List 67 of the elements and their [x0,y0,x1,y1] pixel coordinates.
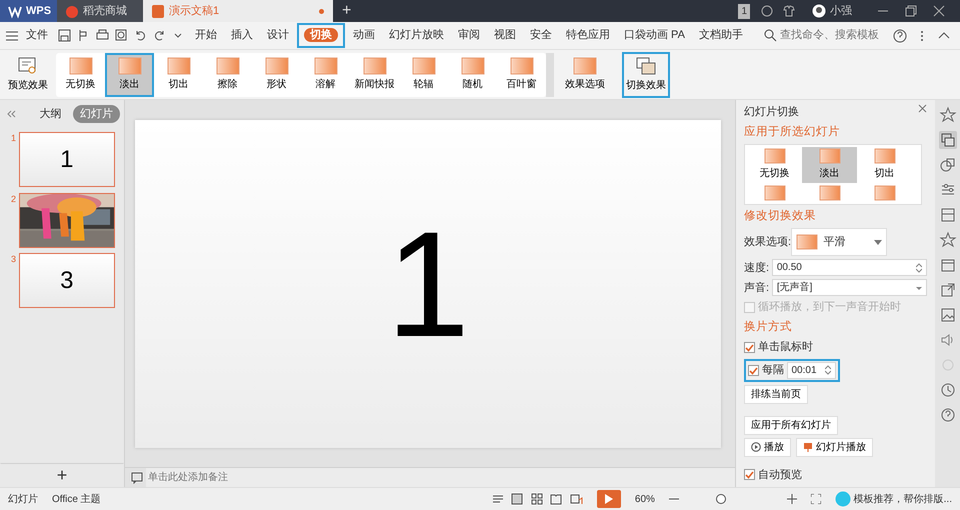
pane-title: 幻灯片切换 [744,105,799,120]
ribbon-tab[interactable]: 特色应用 [560,24,616,47]
section-heading: 换片方式 [744,319,793,335]
status-text: Office 主题 [52,492,101,506]
section-heading: 修改切换效果 [744,208,817,224]
ribbon-tab[interactable]: 幻灯片放映 [383,24,450,47]
ribbon-tab[interactable]: 设计 [261,24,295,47]
thumbnail-text: 3 [60,266,74,296]
transition-option[interactable]: 淡出 [802,146,857,183]
status-text: 幻灯片 [8,492,38,506]
file-menu[interactable]: 文件 [20,24,54,47]
transition-option[interactable]: 切出 [857,146,912,183]
ribbon-tab[interactable]: 视图 [488,24,522,47]
transition-option[interactable]: 轮辐 [399,52,448,96]
slideshow-button[interactable]: 幻灯片播放 [796,438,873,457]
transition-option[interactable]: 擦除 [203,52,252,96]
checkbox-label: 自动预览 [758,468,802,482]
transition-option[interactable]: 淡出 [105,52,154,96]
ribbon-tab[interactable]: 插入 [225,24,259,47]
ribbon-tab[interactable]: 安全 [524,24,558,47]
sound-dropdown[interactable]: [无声音] [772,279,927,296]
play-button[interactable]: 播放 [744,438,791,457]
field-label: 声音: [744,280,770,296]
rehearse-button[interactable]: 排练当前页 [744,384,808,404]
section-heading: 应用于所选幻灯片 [744,124,841,140]
slide-title: 1 [386,209,470,359]
speed-field[interactable]: 00.50 [772,259,927,276]
checkbox-label: 循环播放，到下一声音开始时 [758,300,901,316]
count-badge: 1 [738,4,750,18]
ribbon-tab[interactable]: 文档助手 [692,24,749,47]
slide-thumbnail[interactable]: 1 [18,132,115,187]
preview-effect-button[interactable]: 预览效果 [6,54,50,95]
ribbon-tab[interactable]: 审阅 [452,24,486,47]
slide-number: 1 [10,132,16,145]
zoom-level[interactable]: 60% [634,492,655,506]
interval-field[interactable]: 00:01 [786,362,836,379]
checkbox-label: 每隔 [762,362,784,378]
new-tab-button[interactable]: + [334,0,360,22]
slide-number: 2 [10,192,16,206]
thumbnail-text: 1 [60,144,74,174]
checkbox-label: 单击鼠标时 [758,340,813,356]
window-tab[interactable]: 稻壳商城 [57,0,143,22]
transition-option[interactable]: 无切换 [747,146,802,183]
panel-tab[interactable]: 大纲 [34,102,68,126]
switch-effect-button[interactable]: 切换效果 [622,52,670,98]
effect-options-button[interactable]: 效果选项 [560,55,610,94]
slide-thumbnail[interactable]: 3 [18,253,115,308]
assistant-tip[interactable]: 模板推荐，帮你排版... [854,492,952,506]
field-label: 效果选项: [744,235,792,250]
apply-all-button[interactable]: 应用于所有幻灯片 [744,416,838,435]
ribbon-tab[interactable]: 口袋动画 PA [618,24,691,47]
window-tab[interactable]: WPS [0,0,57,22]
transition-option[interactable]: 溶解 [301,52,350,96]
transition-option[interactable]: 形状 [252,52,301,96]
slide-number: 3 [10,253,16,266]
ribbon-tab[interactable]: 动画 [347,24,381,47]
transition-option[interactable]: 切出 [154,52,203,96]
notes-field[interactable]: 单击此处添加备注 [146,468,735,487]
ribbon-tab[interactable]: 开始 [189,24,223,47]
search-field[interactable]: 查找命令、搜索模板 [764,27,888,44]
transition-option[interactable]: 新闻快报 [350,52,399,96]
user-name[interactable]: 小强 [830,2,852,20]
transition-option[interactable]: 随机 [448,52,497,96]
transition-option[interactable]: 百叶窗 [497,52,546,96]
transition-option[interactable]: 无切换 [56,52,105,96]
effect-dropdown[interactable]: 平滑 [791,228,888,256]
field-label: 速度: [744,260,770,276]
